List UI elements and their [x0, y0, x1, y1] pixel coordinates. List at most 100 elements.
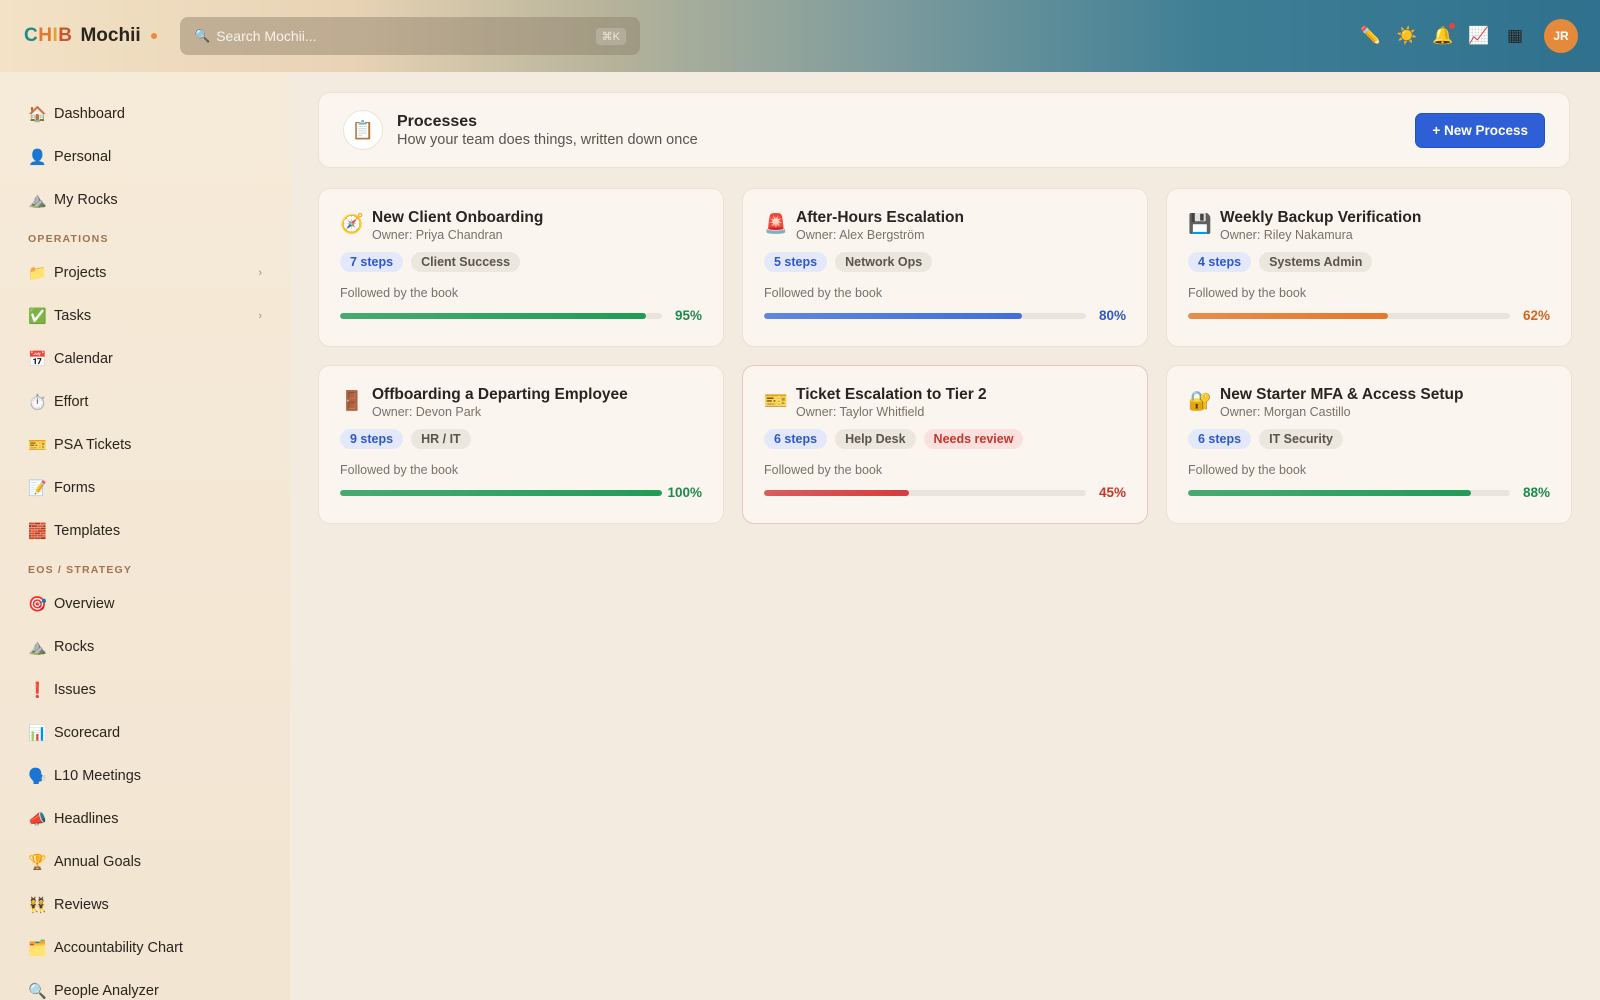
psa-tickets-icon: 🎫: [28, 436, 47, 454]
new-process-button[interactable]: + New Process: [1415, 112, 1545, 148]
main-content: 📋 Processes How your team does things, w…: [290, 72, 1600, 1000]
forms-icon: 📝: [28, 479, 47, 497]
brand-logo[interactable]: CHIB Mochii: [24, 22, 157, 50]
sidebar-item-projects[interactable]: 📁 Projects ›: [0, 251, 290, 294]
steps-badge: 6 steps: [764, 429, 828, 449]
process-title[interactable]: After-Hours Escalation: [796, 209, 964, 227]
sidebar-item-label: PSA Tickets: [54, 436, 132, 453]
progress-fill: [1188, 489, 1472, 496]
compliance-row: 95%: [340, 308, 702, 323]
header-actions: ✏️ ☀️ 🔔 📈 ▦ JR: [1360, 17, 1578, 55]
process-card-weekly-backup-verification[interactable]: 💾 Weekly Backup Verification Owner: Riley …: [1166, 188, 1572, 347]
compliance-percent: 45%: [1098, 485, 1126, 500]
brand-letter: B: [58, 25, 73, 46]
process-tags: 9 steps HR / IT: [340, 429, 702, 449]
process-icon: 🚪: [340, 391, 364, 412]
sidebar-item-l10-meetings[interactable]: 🗣️ L10 Meetings: [0, 754, 290, 797]
people-analyzer-icon: 🔍: [28, 982, 47, 1000]
projects-icon: 📁: [28, 264, 47, 282]
effort-icon: ⏱️: [28, 393, 47, 411]
card-header: 🔐 New Starter MFA & Access Setup Owner: Mo…: [1188, 386, 1550, 419]
sidebar-item-annual-goals[interactable]: 🏆 Annual Goals: [0, 840, 290, 883]
process-card-offboarding-a-departing-employee[interactable]: 🚪 Offboarding a Departing Employee Owner: …: [318, 365, 724, 524]
sidebar-item-tasks[interactable]: ✅ Tasks ›: [0, 294, 290, 337]
brand-letter: H: [38, 25, 53, 46]
sidebar-item-issues[interactable]: ❗ Issues: [0, 668, 290, 711]
process-owner: Owner: Taylor Whitfield: [796, 405, 925, 419]
sidebar-item-dashboard[interactable]: 🏠 Dashboard: [0, 92, 290, 135]
process-icon: 🎫: [764, 391, 788, 412]
team-badge: IT Security: [1259, 429, 1344, 449]
process-title[interactable]: Offboarding a Departing Employee: [372, 386, 628, 404]
page-header: 📋 Processes How your team does things, w…: [318, 92, 1570, 168]
templates-icon: 🧱: [28, 522, 47, 540]
sidebar-item-reviews[interactable]: 👯 Reviews: [0, 883, 290, 926]
process-owner: Owner: Alex Bergström: [796, 228, 925, 242]
headlines-icon: 📣: [28, 810, 47, 828]
bell-icon[interactable]: 🔔: [1432, 23, 1455, 47]
compliance-row: 62%: [1188, 308, 1550, 323]
sidebar-item-rocks[interactable]: ⛰️ Rocks: [0, 625, 290, 668]
progress-fill: [764, 312, 1022, 319]
card-header: 🧭 New Client Onboarding Owner: Priya Chand…: [340, 209, 702, 242]
process-card-new-client-onboarding[interactable]: 🧭 New Client Onboarding Owner: Priya Chand…: [318, 188, 724, 347]
search-input[interactable]: Search Mochii...: [216, 28, 316, 44]
process-owner: Owner: Priya Chandran: [372, 228, 503, 242]
sidebar-item-accountability-chart[interactable]: 🗂️ Accountability Chart: [0, 926, 290, 969]
team-badge: Network Ops: [835, 252, 933, 272]
compliance-label: Followed by the book: [764, 463, 883, 477]
sidebar-item-personal[interactable]: 👤 Personal: [0, 135, 290, 178]
compliance-percent: 62%: [1522, 308, 1550, 323]
sidebar-item-label: Accountability Chart: [54, 939, 183, 956]
card-header: 🎫 Ticket Escalation to Tier 2 Owner: Taylo…: [764, 386, 1126, 419]
sidebar-item-label: Rocks: [54, 638, 95, 655]
process-card-after-hours-escalation[interactable]: 🚨 After-Hours Escalation Owner: Alex Bergs…: [742, 188, 1148, 347]
process-title[interactable]: Weekly Backup Verification: [1220, 209, 1421, 227]
sidebar-item-label: Templates: [54, 522, 121, 539]
card-header: 💾 Weekly Backup Verification Owner: Riley …: [1188, 209, 1550, 242]
progress-fill: [340, 489, 662, 496]
compliance-row: 88%: [1188, 485, 1550, 500]
grid-icon[interactable]: ▦: [1504, 25, 1526, 47]
pencil-icon[interactable]: ✏️: [1360, 25, 1382, 47]
steps-badge: 7 steps: [340, 252, 404, 272]
sidebar-item-headlines[interactable]: 📣 Headlines: [0, 797, 290, 840]
sidebar-item-forms[interactable]: 📝 Forms: [0, 466, 290, 509]
sidebar-item-overview[interactable]: 🎯 Overview: [0, 582, 290, 625]
process-icon: 💾: [1188, 214, 1212, 235]
tasks-icon: ✅: [28, 307, 47, 325]
process-card-new-starter-mfa-access-setup[interactable]: 🔐 New Starter MFA & Access Setup Owner: Mo…: [1166, 365, 1572, 524]
chevron-right-icon[interactable]: ›: [258, 310, 262, 322]
sidebar-item-calendar[interactable]: 📅 Calendar: [0, 337, 290, 380]
sidebar-item-label: Tasks: [54, 307, 92, 324]
process-tags: 6 steps IT Security: [1188, 429, 1550, 449]
process-tags: 5 steps Network Ops: [764, 252, 1126, 272]
sidebar-section-operations: OPERATIONS: [28, 233, 109, 245]
steps-badge: 5 steps: [764, 252, 828, 272]
chart-icon[interactable]: 📈: [1468, 25, 1490, 47]
avatar[interactable]: JR: [1544, 19, 1578, 53]
sidebar-top-group: 🏠 Dashboard 👤 Personal ⛰️ My Rocks: [0, 92, 290, 221]
process-icon: 🔐: [1188, 391, 1212, 412]
sidebar-item-psa-tickets[interactable]: 🎫 PSA Tickets: [0, 423, 290, 466]
sidebar-item-label: Projects: [54, 264, 107, 281]
needs-review-badge: Needs review: [923, 429, 1024, 449]
chevron-right-icon[interactable]: ›: [258, 267, 262, 279]
sidebar-item-label: Headlines: [54, 810, 119, 827]
process-title[interactable]: New Starter MFA & Access Setup: [1220, 386, 1463, 404]
search-bar[interactable]: 🔍 Search Mochii... ⌘K: [180, 17, 640, 55]
sidebar-item-effort[interactable]: ⏱️ Effort: [0, 380, 290, 423]
sidebar-item-people-analyzer[interactable]: 🔍 People Analyzer: [0, 969, 290, 1000]
scorecard-icon: 📊: [28, 724, 47, 742]
process-title[interactable]: Ticket Escalation to Tier 2: [796, 386, 987, 404]
compliance-label: Followed by the book: [340, 463, 459, 477]
sidebar-item-my-rocks[interactable]: ⛰️ My Rocks: [0, 178, 290, 221]
process-card-ticket-escalation-to-tier-2[interactable]: 🎫 Ticket Escalation to Tier 2 Owner: Taylo…: [742, 365, 1148, 524]
process-title[interactable]: New Client Onboarding: [372, 209, 543, 227]
compliance-row: 100%: [340, 485, 702, 500]
sun-icon[interactable]: ☀️: [1396, 25, 1418, 47]
sidebar-operations-group: 📁 Projects › ✅ Tasks › 📅 Calendar ⏱️ Effort 🎫 PSA T…: [0, 251, 290, 552]
sidebar-item-scorecard[interactable]: 📊 Scorecard: [0, 711, 290, 754]
process-owner: Owner: Riley Nakamura: [1220, 228, 1353, 242]
sidebar-item-templates[interactable]: 🧱 Templates: [0, 509, 290, 552]
